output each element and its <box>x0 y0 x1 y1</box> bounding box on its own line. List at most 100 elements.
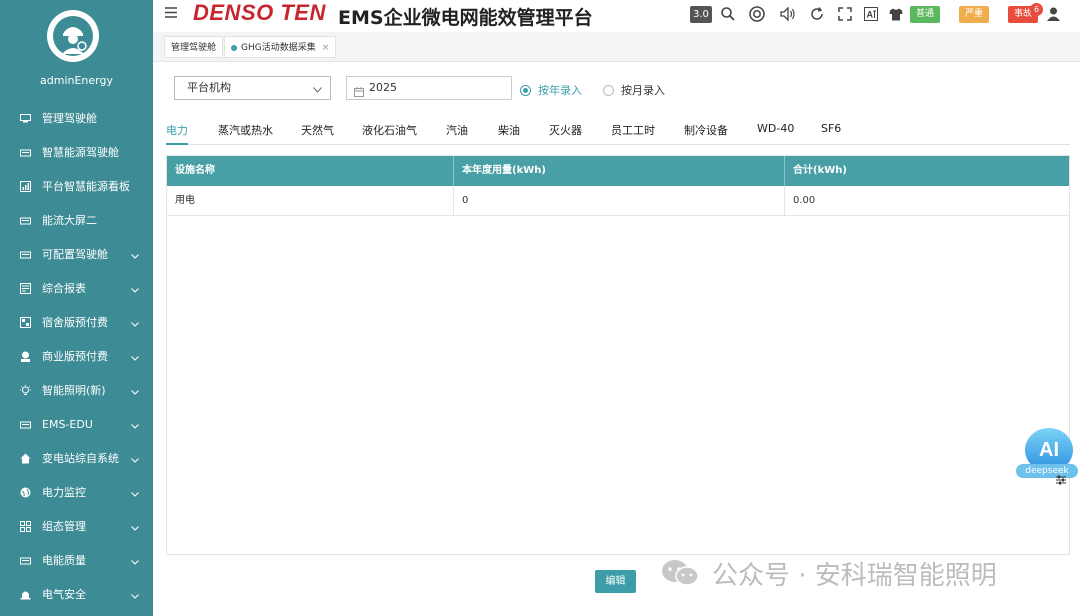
edu-icon <box>18 417 32 431</box>
close-icon[interactable]: × <box>322 43 330 53</box>
chevron-down-icon <box>131 317 139 330</box>
sidebar-item-commerce-prepaid[interactable]: 商业版预付费 <box>0 339 153 373</box>
org-select[interactable]: 平台机构 <box>174 76 331 100</box>
dorm-icon <box>18 315 32 329</box>
table-cell: 用电 <box>167 186 454 216</box>
sidebar-item-substation[interactable]: 变电站综自系统 <box>0 441 153 475</box>
lifebuoy-icon[interactable] <box>749 5 765 23</box>
table-cell: 0.00 <box>793 195 816 206</box>
sidebar-item-power-quality[interactable]: 电能质量 <box>0 543 153 577</box>
fullscreen-icon[interactable] <box>838 5 852 23</box>
monitor-icon <box>18 111 32 125</box>
tab-ghg-data-collection[interactable]: GHG活动数据采集 × <box>224 36 337 58</box>
grid-icon <box>18 519 32 533</box>
calendar-icon <box>354 83 364 105</box>
alert-severe-badge[interactable]: 严重 <box>959 6 990 23</box>
home-icon <box>18 451 32 465</box>
search-icon[interactable] <box>721 5 735 23</box>
radio-label: 按月录入 <box>621 84 665 97</box>
tab-extinguisher[interactable]: 灭火器 <box>549 122 582 145</box>
radio-by-year[interactable]: 按年录入 <box>520 82 582 98</box>
sidebar-item-smart-lighting[interactable]: 智能照明(新) <box>0 373 153 407</box>
page-tabs-bar: 管理驾驶舱 GHG活动数据采集 × <box>153 32 1080 62</box>
tab-natural-gas[interactable]: 天然气 <box>301 122 334 145</box>
ai-assistant-button[interactable]: AI deepseek <box>1016 428 1080 482</box>
svg-text:A: A <box>867 10 874 20</box>
table-header: 设施名称 本年度用量(kWh) 合计(kWh) <box>167 156 1069 186</box>
tab-lpg[interactable]: 液化石油气 <box>362 122 417 145</box>
chevron-down-icon <box>131 521 139 534</box>
sidebar-item-label: 组态管理 <box>42 520 86 533</box>
sidebar-item-label: EMS-EDU <box>42 417 93 431</box>
sidebar-item-label: 变电站综自系统 <box>42 452 119 465</box>
font-size-icon[interactable]: A <box>864 5 878 23</box>
year-value: 2025 <box>369 81 397 94</box>
wechat-icon <box>662 560 699 586</box>
tab-sf6[interactable]: SF6 <box>821 122 841 145</box>
page-title: EMS企业微电网能效管理平台 <box>338 7 593 29</box>
sidebar-item-power-monitor[interactable]: 电力监控 <box>0 475 153 509</box>
sidebar-item-configurable-cockpit[interactable]: 可配置驾驶舱 <box>0 237 153 271</box>
sidebar-item-configuration[interactable]: 组态管理 <box>0 509 153 543</box>
theme-shirt-icon[interactable] <box>889 5 903 23</box>
user-icon[interactable] <box>1046 5 1061 23</box>
avatar[interactable] <box>47 10 99 62</box>
sliders-icon[interactable] <box>1055 474 1067 486</box>
alert-normal-badge[interactable]: 普通 <box>910 6 941 23</box>
quality-icon <box>18 553 32 567</box>
sidebar-item-electrical-safety[interactable]: 电气安全 <box>0 577 153 611</box>
year-picker[interactable]: 2025 <box>346 76 512 100</box>
alert-accident-badge[interactable]: 事故 6 <box>1008 3 1044 23</box>
watermark: 公众号 · 安科瑞智能照明 <box>660 556 997 591</box>
chevron-down-icon <box>131 555 139 568</box>
screen-icon <box>18 213 32 227</box>
brand-logo: DENSO TEN <box>193 0 326 25</box>
tab-wd40[interactable]: WD-40 <box>757 122 794 145</box>
notification-count: 6 <box>1030 3 1044 16</box>
edit-button[interactable]: 编辑 <box>595 570 636 593</box>
chevron-down-icon <box>131 487 139 500</box>
tab-steam[interactable]: 蒸汽或热水 <box>218 122 273 145</box>
sidebar-item-label: 电能质量 <box>42 554 86 567</box>
table-cell: 0 <box>454 186 785 216</box>
chevron-down-icon <box>131 589 139 602</box>
sidebar-item-label: 智能照明(新) <box>42 384 106 397</box>
chart-board-icon <box>18 179 32 193</box>
tab-management-cockpit[interactable]: 管理驾驶舱 <box>164 36 224 58</box>
tab-diesel[interactable]: 柴油 <box>498 122 520 145</box>
ai-tag: deepseek <box>1016 464 1078 478</box>
chevron-down-icon <box>131 351 139 364</box>
sidebar: adminEnergy 管理驾驶舱 智慧能源驾驶舱 平台智慧能源看板 能流大屏二… <box>0 0 153 616</box>
sidebar-item-energy-board[interactable]: 平台智慧能源看板 <box>0 169 153 203</box>
version-badge[interactable]: 3.0 <box>690 5 712 23</box>
hamburger-menu-icon[interactable] <box>165 7 177 21</box>
radio-by-month[interactable]: 按月录入 <box>603 82 665 98</box>
radio-label: 按年录入 <box>538 84 582 97</box>
tab-refrigeration[interactable]: 制冷设备 <box>684 122 728 145</box>
sidebar-item-label: 可配置驾驶舱 <box>42 248 108 261</box>
sidebar-item-reports[interactable]: 综合报表 <box>0 271 153 305</box>
tab-label: GHG活动数据采集 <box>241 43 316 53</box>
org-select-value: 平台机构 <box>187 81 231 94</box>
chevron-down-icon <box>131 249 139 262</box>
sidebar-item-energy-cockpit[interactable]: 智慧能源驾驶舱 <box>0 135 153 169</box>
sidebar-item-dorm-prepaid[interactable]: 宿舍版预付费 <box>0 305 153 339</box>
chevron-down-icon <box>131 283 139 296</box>
chevron-down-icon <box>131 419 139 432</box>
sidebar-menu: 管理驾驶舱 智慧能源驾驶舱 平台智慧能源看板 能流大屏二 可配置驾驶舱 综合报表… <box>0 101 153 611</box>
tab-gasoline[interactable]: 汽油 <box>446 122 468 145</box>
chevron-down-icon <box>313 79 322 101</box>
sidebar-item-management-cockpit[interactable]: 管理驾驶舱 <box>0 101 153 135</box>
username: adminEnergy <box>40 74 113 87</box>
category-tabs: 电力 蒸汽或热水 天然气 液化石油气 汽油 柴油 灭火器 员工工时 制冷设备 W… <box>166 118 1070 145</box>
tab-employee-hours[interactable]: 员工工时 <box>611 122 655 145</box>
sidebar-item-energy-flow-screen[interactable]: 能流大屏二 <box>0 203 153 237</box>
volume-icon[interactable] <box>780 5 796 23</box>
tab-electricity[interactable]: 电力 <box>166 122 188 145</box>
sidebar-item-label: 智慧能源驾驶舱 <box>42 146 119 159</box>
chevron-down-icon <box>131 385 139 398</box>
sidebar-item-label: 商业版预付费 <box>42 350 108 363</box>
sidebar-item-ems-edu[interactable]: EMS-EDU <box>0 407 153 441</box>
refresh-icon[interactable] <box>810 5 824 23</box>
radio-circle <box>603 84 614 96</box>
